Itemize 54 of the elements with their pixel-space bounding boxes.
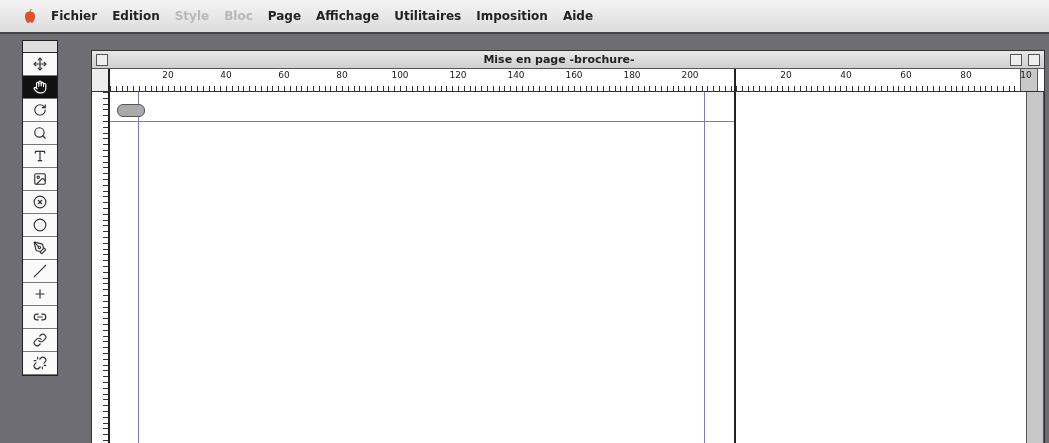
- ruler-label: 80: [336, 70, 348, 80]
- rotate-icon: [33, 103, 47, 117]
- pen-icon: [33, 241, 47, 255]
- circle-icon: [33, 218, 47, 232]
- menu-item[interactable]: Affichage: [316, 9, 380, 23]
- chain-icon: [33, 333, 47, 347]
- x-circle-icon: [33, 195, 47, 209]
- scroll-bar[interactable]: [1026, 92, 1044, 443]
- ruler-label: 120: [449, 70, 467, 80]
- tool-button[interactable]: [23, 352, 57, 375]
- zoom-box[interactable]: [1010, 53, 1022, 66]
- ruler-label: 40: [840, 70, 852, 80]
- menu-item[interactable]: Utilitaires: [394, 9, 462, 23]
- ruler-label: 100: [391, 70, 409, 80]
- ruler-origin[interactable]: [92, 69, 110, 91]
- tool-button[interactable]: [23, 168, 57, 191]
- unlink-icon: [33, 356, 47, 370]
- window-title: Mise en page -brochure-: [482, 53, 636, 66]
- line-icon: [33, 264, 47, 278]
- ruler-label: 180: [623, 70, 641, 80]
- ruler-label: 140: [507, 70, 525, 80]
- ruler-label: 200: [681, 70, 699, 80]
- page-number-icon: [117, 104, 145, 117]
- tool-button[interactable]: [23, 306, 57, 329]
- collapse-box[interactable]: [1028, 53, 1040, 66]
- tool-button[interactable]: [23, 329, 57, 352]
- link-icon: [33, 310, 47, 324]
- ruler-label: 10: [1020, 70, 1032, 80]
- close-box[interactable]: [96, 53, 108, 66]
- tool-button[interactable]: [23, 237, 57, 260]
- tool-button[interactable]: [23, 99, 57, 122]
- ruler-label: 20: [162, 70, 174, 80]
- ruler-label: 20: [780, 70, 792, 80]
- apple-logo-icon[interactable]: [24, 9, 36, 23]
- ruler-label: 160: [565, 70, 583, 80]
- move-icon: [33, 57, 47, 71]
- menu-item[interactable]: Page: [267, 9, 302, 23]
- tool-button[interactable]: [23, 214, 57, 237]
- menu-item[interactable]: Fichier: [51, 9, 98, 23]
- tool-button[interactable]: [23, 191, 57, 214]
- plus-icon: [33, 287, 47, 301]
- ruler-label: 40: [220, 70, 232, 80]
- tool-button[interactable]: [23, 53, 57, 76]
- ruler-label: 60: [900, 70, 912, 80]
- menu-item[interactable]: Imposition: [476, 9, 548, 23]
- menu-item[interactable]: Edition: [112, 9, 160, 23]
- hand-icon: [33, 80, 47, 94]
- ruler-label: 80: [960, 70, 972, 80]
- picture-box-icon: [33, 172, 47, 186]
- text-box-icon: [33, 149, 47, 163]
- search-icon: [33, 126, 47, 140]
- ruler-label: 60: [278, 70, 290, 80]
- menu-item[interactable]: Aide: [562, 9, 594, 23]
- tool-button[interactable]: [23, 76, 57, 99]
